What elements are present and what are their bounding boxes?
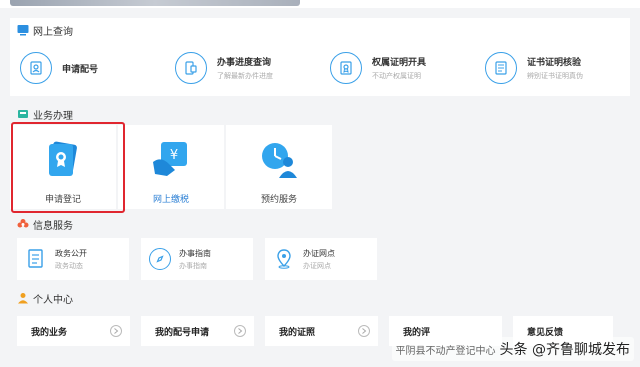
compass-icon bbox=[149, 248, 171, 270]
chevron-right-icon bbox=[358, 325, 370, 337]
personal-item-my-apply[interactable]: 我的配号申请 bbox=[141, 316, 254, 346]
query-item-label: 权属证明开具 bbox=[372, 58, 427, 68]
inbox-icon bbox=[17, 108, 29, 120]
info-item-sub: 办事指南 bbox=[179, 261, 207, 270]
info-item-sub: 办证网点 bbox=[303, 261, 331, 270]
info-item-sub: 政务动态 bbox=[55, 261, 83, 270]
watermark-text: 头条 @齐鲁聊城发布 bbox=[499, 342, 630, 358]
appointment-icon bbox=[257, 140, 301, 184]
biz-items: 申请登记 ¥ 网上缴税 预约服务 bbox=[10, 125, 334, 209]
personal-item-my-license[interactable]: 我的证照 bbox=[265, 316, 378, 346]
phone-doc-icon bbox=[175, 52, 207, 84]
info-item-label: 办证网点 bbox=[303, 248, 335, 258]
personal-item-my-business[interactable]: 我的业务 bbox=[17, 316, 130, 346]
query-item-label: 证书证明核验 bbox=[527, 58, 582, 68]
info-item-guide[interactable]: 办事指南 办事指南 bbox=[141, 238, 253, 280]
personal-item-label: 我的业务 bbox=[31, 327, 68, 338]
query-section-title: 网上查询 bbox=[0, 18, 640, 42]
watermark: 平阴县不动产登记中心 头条 @齐鲁聊城发布 bbox=[391, 337, 634, 361]
tax-payment-icon: ¥ bbox=[149, 140, 193, 184]
monitor-icon bbox=[17, 24, 29, 36]
query-item-progress[interactable]: 办事进度查询 了解最新办件进度 bbox=[165, 44, 320, 92]
biz-section-title: 业务办理 bbox=[0, 102, 640, 126]
info-item-label: 办事指南 bbox=[179, 248, 211, 258]
query-item-label: 办事进度查询 bbox=[217, 58, 272, 68]
chevron-right-icon bbox=[234, 325, 246, 337]
register-card-icon bbox=[41, 140, 85, 184]
person-icon bbox=[17, 292, 29, 304]
top-banner-strip bbox=[0, 0, 640, 8]
info-item-gov-open[interactable]: 政务公开 政务动态 bbox=[17, 238, 129, 280]
query-item-verify[interactable]: 证书证明核验 辨别证书证明真伪 bbox=[475, 44, 630, 92]
biz-item-label: 预约服务 bbox=[260, 195, 297, 205]
location-icon bbox=[273, 248, 295, 270]
info-items: 政务公开 政务动态 办事指南 办事指南 办证网点 办证网点 bbox=[17, 238, 389, 280]
certificate-icon bbox=[330, 52, 362, 84]
verify-doc-icon bbox=[485, 52, 517, 84]
user-doc-icon bbox=[20, 52, 52, 84]
biz-item-appointment[interactable]: 预约服务 bbox=[226, 125, 332, 209]
watermark-faint-text: 平阴县不动产登记中心 bbox=[395, 345, 496, 357]
personal-item-label: 我的评 bbox=[403, 327, 431, 338]
personal-section-title: 个人中心 bbox=[0, 286, 640, 310]
query-item-sub: 了解最新办件进度 bbox=[217, 72, 273, 80]
personal-item-label: 我的配号申请 bbox=[155, 327, 210, 338]
personal-item-label: 我的证照 bbox=[279, 327, 316, 338]
flower-icon bbox=[17, 218, 29, 230]
query-section-label: 网上查询 bbox=[33, 26, 73, 38]
biz-item-tax[interactable]: ¥ 网上缴税 bbox=[118, 125, 224, 209]
info-item-location[interactable]: 办证网点 办证网点 bbox=[265, 238, 377, 280]
svg-text:¥: ¥ bbox=[170, 148, 178, 163]
query-item-sub: 不动产权属证明 bbox=[372, 72, 421, 80]
info-section-title: 信息服务 bbox=[0, 212, 640, 236]
biz-item-label: 申请登记 bbox=[44, 195, 81, 205]
info-item-label: 政务公开 bbox=[55, 248, 87, 258]
query-item-sub: 辨别证书证明真伪 bbox=[527, 72, 583, 80]
personal-section-label: 个人中心 bbox=[33, 294, 73, 306]
query-item-apply-number[interactable]: 申请配号 bbox=[10, 44, 165, 92]
query-item-ownership-proof[interactable]: 权属证明开具 不动产权属证明 bbox=[320, 44, 475, 92]
query-item-label: 申请配号 bbox=[62, 64, 99, 75]
biz-item-label: 网上缴税 bbox=[152, 195, 189, 205]
chevron-right-icon bbox=[110, 325, 122, 337]
document-icon bbox=[25, 248, 47, 270]
banner-image bbox=[10, 0, 300, 6]
query-items: 申请配号 办事进度查询 了解最新办件进度 权属证明开具 不动产权属证明 证书证明… bbox=[10, 44, 630, 92]
personal-item-label: 意见反馈 bbox=[527, 327, 564, 338]
biz-item-register[interactable]: 申请登记 bbox=[10, 125, 116, 209]
biz-section-label: 业务办理 bbox=[33, 110, 73, 122]
info-section-label: 信息服务 bbox=[33, 220, 73, 232]
